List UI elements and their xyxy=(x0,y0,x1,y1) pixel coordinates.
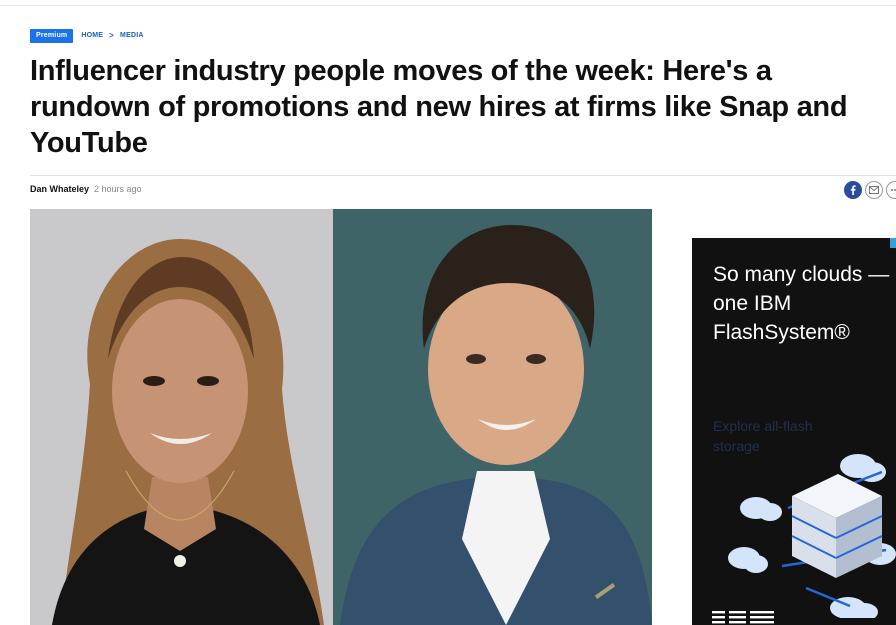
article-hero-photo xyxy=(30,209,652,625)
email-icon[interactable] xyxy=(865,181,883,199)
ad-headline: So many clouds — one IBM FlashSystem® xyxy=(713,263,890,344)
more-icon[interactable] xyxy=(886,181,896,199)
breadcrumb-separator: > xyxy=(109,31,115,40)
cloud-storage-illustration xyxy=(728,454,896,618)
top-divider xyxy=(0,5,896,6)
article-headline: Influencer industry people moves of the … xyxy=(30,55,848,159)
breadcrumb-home-link[interactable]: HOME xyxy=(81,32,103,39)
breadcrumb-media-link[interactable]: MEDIA xyxy=(120,32,144,39)
byline: Dan Whateley 2 hours ago xyxy=(30,184,142,194)
author-name[interactable]: Dan Whateley xyxy=(30,184,89,194)
byline-divider xyxy=(30,175,896,176)
ibm-logo xyxy=(712,606,782,625)
ad-choices-icon[interactable] xyxy=(890,238,896,248)
facebook-icon[interactable] xyxy=(844,181,862,199)
share-bar xyxy=(844,181,896,199)
ibm-advertisement[interactable]: So many clouds — one IBM FlashSystem® Ex… xyxy=(692,238,896,625)
publish-time: 2 hours ago xyxy=(94,184,142,194)
premium-badge[interactable]: Premium xyxy=(30,28,74,43)
breadcrumb: Premium HOME > MEDIA xyxy=(30,28,144,43)
